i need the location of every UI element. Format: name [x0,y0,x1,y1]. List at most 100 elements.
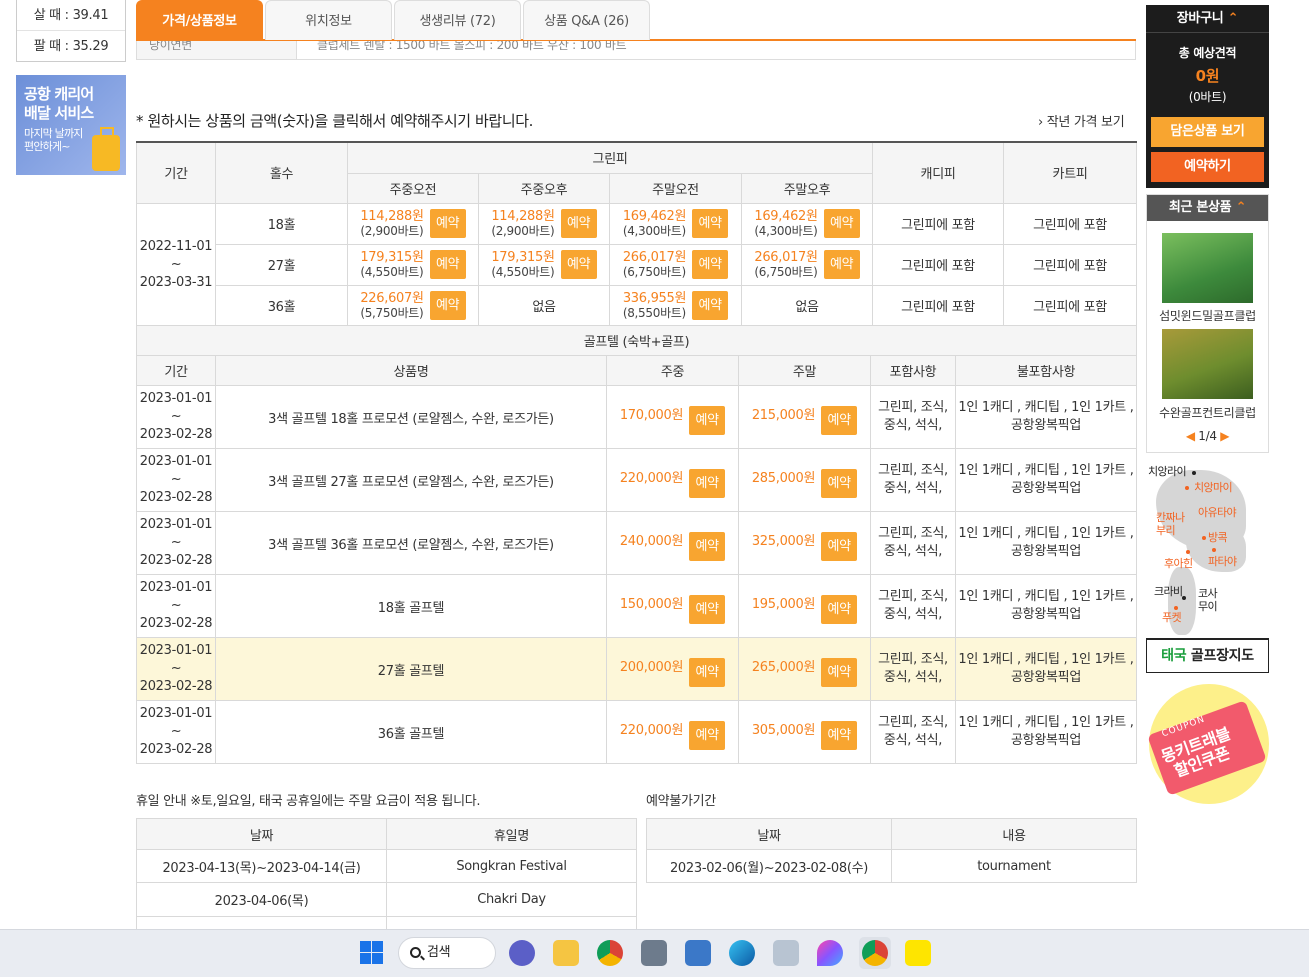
price-won[interactable]: 265,000원 [752,656,816,675]
blocked-title: 예약불가기간 [646,794,716,809]
weekend-price-cell: 325,000원 예약 [738,511,871,575]
reserve-button[interactable]: 예약 [689,531,726,561]
price-won[interactable]: 325,000원 [752,530,816,549]
price-cell: 179,315원 (4,550바트) 예약 [478,243,610,286]
tab-reviews[interactable]: 생생리뷰 (72) [394,0,521,40]
map-label: 코사 [1198,587,1218,600]
reserve-button[interactable]: 예약 [692,209,729,238]
reserve-button[interactable]: 예약 [689,594,726,624]
book-button[interactable]: 예약하기 [1151,152,1264,182]
reserve-button[interactable]: 예약 [692,250,729,279]
map-title-accent: 태국 [1161,648,1187,664]
coupon-banner[interactable]: COUPON 몽키트래블 할인쿠폰 [1147,684,1269,804]
price-won[interactable]: 336,955원 [623,291,687,306]
price-won[interactable]: 215,000원 [752,404,816,423]
caddie-cell: 그린피에 포함 [872,284,1005,327]
calculator-icon[interactable] [641,940,667,966]
tab-qna[interactable]: 상품 Q&A (26) [523,0,650,40]
cart-header[interactable]: 장바구니 ⌃ [1146,5,1269,33]
saved-items-button[interactable]: 담은상품 보기 [1151,117,1264,147]
reserve-button[interactable]: 예약 [560,250,597,279]
chrome-icon[interactable] [597,940,623,966]
carrier-delivery-banner[interactable]: 공항 캐리어 배달 서비스 마지막 날까지 편안하게~ [16,75,126,175]
price-won[interactable]: 200,000원 [620,656,684,675]
period-cell: 2023-01-01 ~2023-02-28 [136,511,216,575]
reserve-button[interactable]: 예약 [689,720,726,750]
map-label: 아유타야 [1198,506,1237,519]
price-won[interactable]: 169,462원 [754,209,818,224]
taskbar-search[interactable]: 검색 [398,937,496,969]
golf-map-title[interactable]: 태국 골프장지도 [1146,638,1269,673]
price-won[interactable]: 266,017원 [623,250,687,265]
file-explorer-icon[interactable] [553,940,579,966]
chat-icon[interactable] [509,940,535,966]
reserve-button[interactable]: 예약 [821,405,858,435]
map-label: 파타야 [1208,555,1237,568]
price-won[interactable]: 220,000원 [620,467,684,486]
price-baht: (4,550바트) [360,264,424,279]
price-baht: (6,750바트) [622,264,686,279]
excluded-cell: 1인 1캐디 , 캐디팁 , 1인 1카트 , 공항왕복픽업 [955,574,1137,638]
reserve-button[interactable]: 예약 [689,657,726,687]
reserve-button[interactable]: 예약 [692,291,729,320]
price-cell: 169,462원 (4,300바트) 예약 [740,202,874,245]
price-cell: 179,315원 (4,550바트) 예약 [347,243,479,286]
price-won[interactable]: 220,000원 [620,719,684,738]
recent-product-name[interactable]: 섬밋윈드밀골프클럽 [1147,307,1268,324]
price-won[interactable]: 150,000원 [620,593,684,612]
price-won[interactable]: 226,607원 [360,291,424,306]
windows-start-icon[interactable] [359,940,385,966]
tab-location[interactable]: 위치정보 [265,0,392,40]
price-won[interactable]: 179,315원 [491,250,555,265]
reserve-button[interactable]: 예약 [689,405,726,435]
recent-product-image[interactable] [1162,233,1253,303]
banner-line1: 공항 캐리어 [24,85,94,103]
reserve-button[interactable]: 예약 [821,594,858,624]
reserve-button[interactable]: 예약 [821,657,858,687]
prev-arrow-icon[interactable]: ◀ [1186,429,1195,443]
caddie-cell: 그린피에 포함 [872,202,1005,245]
reserve-button[interactable]: 예약 [429,291,466,320]
tab-price-info[interactable]: 가격/상품정보 [136,0,263,40]
price-won[interactable]: 114,288원 [491,209,555,224]
recent-product-name[interactable]: 수완골프컨트리클럽 [1147,404,1268,421]
reserve-button[interactable]: 예약 [823,209,860,238]
price-won[interactable]: 195,000원 [752,593,816,612]
period-sep: ~ [170,598,182,613]
period-sep: ~ [170,472,182,487]
reserve-button[interactable]: 예약 [429,250,466,279]
header-content: 내용 [891,818,1137,850]
buy-rate: 살 때 : 39.41 [17,0,125,31]
reserve-button[interactable]: 예약 [821,468,858,498]
notepad-icon[interactable] [685,940,711,966]
recent-product-image[interactable] [1162,329,1253,399]
paint-icon[interactable] [817,940,843,966]
product-name-cell: 3색 골프텔 36홀 프로모션 (로얄젬스, 수완, 로즈가든) [215,511,607,575]
kakaotalk-icon[interactable] [905,940,931,966]
map-land-south [1168,567,1196,635]
table-row: 2023-01-01 ~2023-02-28 36홀 골프텔 220,000원 예약… [136,700,1137,764]
reserve-button[interactable]: 예약 [689,468,726,498]
thailand-golf-map[interactable]: 치앙라이 치앙마이 칸짜나 부리 아유타야 방콕 후아힌 파타야 크라비 코사 … [1146,462,1269,637]
price-baht: (8,550바트) [622,305,686,320]
price-won[interactable]: 170,000원 [620,404,684,423]
price-won[interactable]: 169,462원 [623,209,687,224]
reserve-button[interactable]: 예약 [560,209,597,238]
price-won[interactable]: 179,315원 [360,250,424,265]
reserve-button[interactable]: 예약 [821,531,858,561]
next-arrow-icon[interactable]: ▶ [1220,429,1229,443]
reserve-button[interactable]: 예약 [823,250,860,279]
price-won[interactable]: 114,288원 [360,209,424,224]
price-won[interactable]: 305,000원 [752,719,816,738]
price-won[interactable]: 285,000원 [752,467,816,486]
weekday-price-cell: 220,000원 예약 [606,700,739,764]
price-won[interactable]: 266,017원 [754,250,818,265]
snipping-tool-icon[interactable] [773,940,799,966]
price-won[interactable]: 240,000원 [620,530,684,549]
period-end: 2023-02-28 [139,679,213,694]
chrome-active-tile[interactable] [859,937,891,969]
reserve-button[interactable]: 예약 [429,209,466,238]
reserve-button[interactable]: 예약 [821,720,858,750]
last-year-price-link[interactable]: › 작년 가격 보기 [1038,111,1125,130]
edge-icon[interactable] [729,940,755,966]
